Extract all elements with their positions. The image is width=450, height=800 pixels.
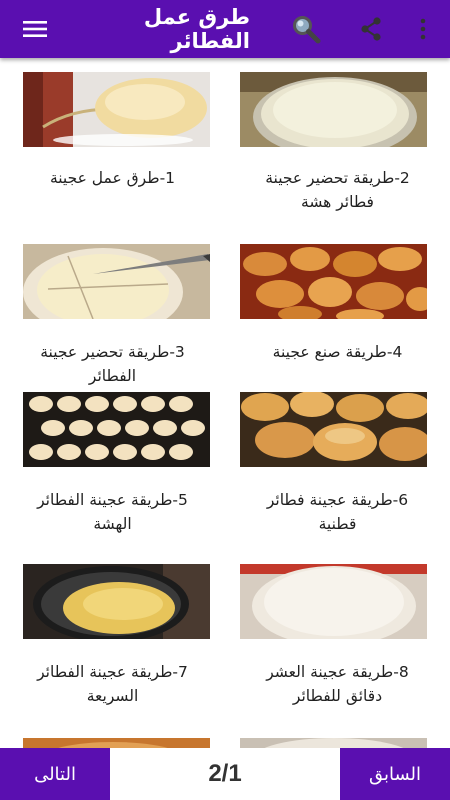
- recipe-label: 1-طرق عمل عجينة: [49, 169, 176, 187]
- recipe-thumbnail: [240, 72, 427, 147]
- pagination-bar: التالى 2/1 السابق: [0, 748, 450, 800]
- search-icon[interactable]: [286, 0, 326, 58]
- recipe-label: 7-طريقة عجينة الفطائر السريعة: [37, 663, 188, 705]
- recipe-label: 4-طريقة صنع عجينة: [272, 343, 403, 361]
- page-indicator: 2/1: [208, 760, 242, 787]
- recipe-thumbnail: [23, 392, 210, 467]
- recipe-thumbnail: [240, 738, 427, 748]
- recipe-thumbnail: [23, 72, 210, 147]
- recipe-thumbnail: [23, 564, 210, 639]
- next-button[interactable]: التالى: [0, 748, 110, 800]
- recipe-label: 5-طريقة عجينة الفطائر الهشة: [37, 491, 188, 533]
- recipe-thumbnail: [240, 244, 427, 319]
- recipe-label: 2-طريقة تحضير عجينة فطائر هشة: [265, 169, 410, 211]
- recipe-label: 8-طريقة عجينة العشر دقائق للفطائر: [266, 663, 409, 705]
- recipe-thumbnail: [240, 392, 427, 467]
- previous-button[interactable]: السابق: [340, 748, 450, 800]
- app-bar: طرق عمل الفطائر: [0, 0, 450, 58]
- recipe-thumbnail: [23, 244, 210, 319]
- more-vert-icon[interactable]: [410, 0, 436, 58]
- recipe-grid: 2-طريقة تحضير عجينة فطائر هشة 1-طرق عمل …: [0, 58, 450, 748]
- recipe-thumbnail: [240, 564, 427, 639]
- recipe-label: 6-طريقة عجينة فطائر قطنية: [266, 491, 409, 533]
- menu-icon[interactable]: [18, 0, 52, 58]
- share-icon[interactable]: [354, 0, 388, 58]
- recipe-thumbnail: [23, 738, 210, 748]
- app-title: طرق عمل الفطائر: [143, 5, 250, 53]
- recipe-label: 3-طريقة تحضير عجينة الفطائر: [40, 343, 185, 385]
